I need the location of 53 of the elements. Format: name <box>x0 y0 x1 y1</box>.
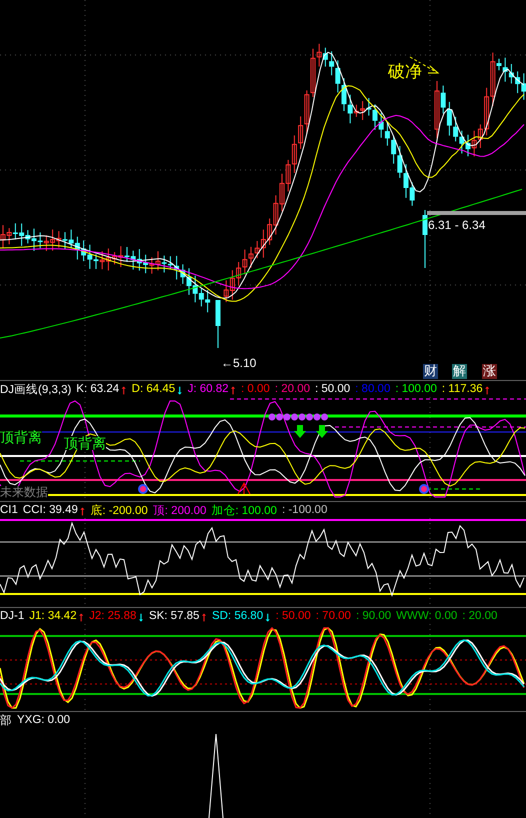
indicator-value: : 80.00 <box>355 383 390 395</box>
indicator-title: DJ-1 <box>0 610 24 622</box>
trend-arrow: ↑ <box>120 382 127 396</box>
up-arrow-icon <box>238 482 250 494</box>
info-button[interactable]: 财 <box>423 364 438 379</box>
signal-label: 顶背离 <box>0 430 42 444</box>
indicator-value: : 0.00 <box>241 383 270 395</box>
trend-arrow: ↑ <box>78 502 86 518</box>
candlestick <box>422 210 428 268</box>
price-label: 6.31 - 6.34 <box>428 219 486 231</box>
indicator-value: J: 60.82 <box>188 383 229 395</box>
indicator-value: D: 64.45 <box>132 383 176 395</box>
indicator-value: : -100.00 <box>282 504 328 516</box>
indicator-value: : 50.00 <box>276 610 311 622</box>
indicator-value: : 117.36 <box>442 383 483 395</box>
indicator-value: 底: -200.00 <box>90 503 148 518</box>
indicator-value: J2: 25.88 <box>89 610 136 622</box>
indicator-value: K: 63.24 <box>76 383 120 395</box>
indicator-value: SD: 56.80 <box>212 610 264 622</box>
indicator-title: DJ画线(9,3,3) <box>0 382 72 396</box>
signal-dot-icon <box>138 484 148 494</box>
indicator-value: J1: 34.42 <box>29 610 77 622</box>
indicator-value: WWW: 0.00 <box>396 610 458 622</box>
indicator-title: 部 <box>0 713 12 728</box>
indicator-value: : 20.00 <box>462 610 498 622</box>
indicator-value: : 50.00 <box>315 383 350 395</box>
indicator-value: 顶: 200.00 <box>152 504 206 518</box>
indicator-title: CI1 <box>0 504 18 516</box>
indicator-value: CCI: 39.49 <box>22 504 78 516</box>
info-button[interactable]: 涨 <box>482 364 497 379</box>
price-label: ←5.10 <box>221 357 256 369</box>
indicator-value: SK: 57.85 <box>148 610 200 622</box>
chart-annotation: 破净 <box>388 63 422 80</box>
trend-arrow: ↑ <box>230 382 236 396</box>
indicator-value: : 20.00 <box>274 383 310 395</box>
indicator-value: : 100.00 <box>395 383 437 395</box>
trend-arrow: ↓ <box>176 382 183 396</box>
signal-dot-icon <box>419 484 429 494</box>
indicator-value: : 90.00 <box>356 610 392 622</box>
trend-arrow: ↑ <box>200 608 207 624</box>
down-arrow-icon <box>294 425 328 438</box>
signal-label: 顶背离 <box>64 436 106 450</box>
chart-note: 未来数据 <box>0 486 48 498</box>
trend-arrow: ↑ <box>484 382 490 396</box>
trend-arrow: ↓ <box>137 608 144 624</box>
trend-arrow: ↓ <box>264 608 271 624</box>
signal-dots <box>268 414 328 420</box>
info-button[interactable]: 解 <box>452 364 467 379</box>
trend-arrow: ↑ <box>78 608 84 624</box>
indicator-value: : 70.00 <box>316 610 351 622</box>
indicator-value: 加仓: 100.00 <box>211 504 277 518</box>
indicator-value: YXG: 0.00 <box>17 714 70 726</box>
candlestick <box>216 300 220 348</box>
